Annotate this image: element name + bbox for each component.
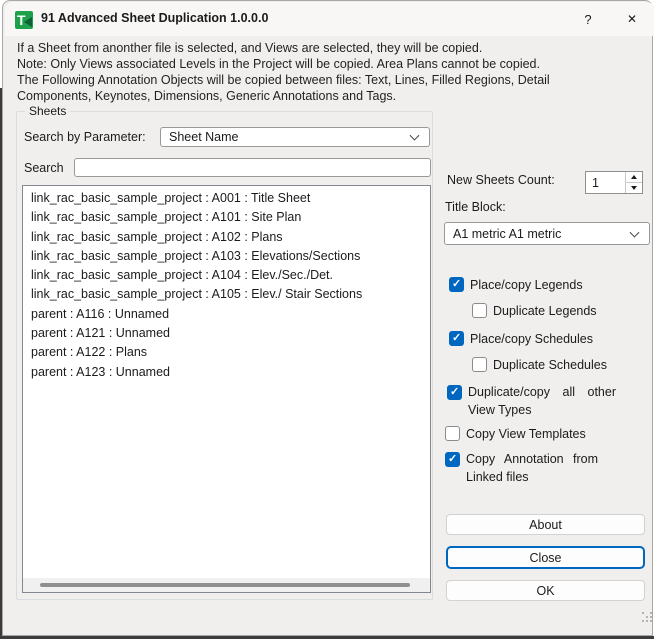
checkbox-label: Copy Annotation from Linked files <box>466 452 598 484</box>
triangle-down-icon <box>631 185 637 190</box>
horizontal-scrollbar[interactable] <box>23 578 430 592</box>
new-sheets-count-stepper[interactable]: 1 <box>585 171 643 194</box>
sheet-listbox[interactable]: link_rac_basic_sample_project : A001 : T… <box>22 185 431 593</box>
search-label: Search <box>24 161 64 175</box>
checkbox-box[interactable] <box>449 331 464 346</box>
list-item[interactable]: link_rac_basic_sample_project : A105 : E… <box>23 285 430 304</box>
list-item[interactable]: link_rac_basic_sample_project : A101 : S… <box>23 208 430 227</box>
title-block-label: Title Block: <box>445 200 506 214</box>
title-block-combobox-value: A1 metric A1 metric <box>453 226 562 241</box>
list-item[interactable]: parent : A116 : Unnamed <box>23 305 430 324</box>
intro-line-2: Note: Only Views associated Levels in th… <box>17 57 540 71</box>
checkbox-box[interactable] <box>445 452 460 467</box>
scrollbar-thumb[interactable] <box>40 583 410 587</box>
list-item[interactable]: link_rac_basic_sample_project : A104 : E… <box>23 266 430 285</box>
checkbox-box[interactable] <box>472 303 487 318</box>
title-block-combobox[interactable]: A1 metric A1 metric <box>444 222 650 245</box>
new-sheets-count-value: 1 <box>592 175 599 190</box>
triangle-up-icon <box>631 174 637 179</box>
spinner-down-button[interactable] <box>626 183 642 194</box>
list-item[interactable]: link_rac_basic_sample_project : A103 : E… <box>23 247 430 266</box>
intro-text: If a Sheet from anonther file is selecte… <box>17 40 550 104</box>
window-title: 91 Advanced Sheet Duplication 1.0.0.0 <box>41 11 269 25</box>
spinner-up-button[interactable] <box>626 172 642 183</box>
list-item[interactable]: link_rac_basic_sample_project : A102 : P… <box>23 228 430 247</box>
parameter-combobox-value: Sheet Name <box>169 130 239 144</box>
checkbox-label: Duplicate Legends <box>493 304 597 318</box>
checkbox-box[interactable] <box>447 385 462 400</box>
intro-line-3: The Following Annotation Objects will be… <box>17 73 550 87</box>
list-item[interactable]: parent : A123 : Unnamed <box>23 363 430 382</box>
checkbox-label: Copy View Templates <box>466 427 586 441</box>
title-bar: T 91 Advanced Sheet Duplication 1.0.0.0 … <box>5 2 654 36</box>
new-sheets-count-label: New Sheets Count: <box>447 173 555 187</box>
sheet-list: link_rac_basic_sample_project : A001 : T… <box>23 189 430 382</box>
checkbox-label: Duplicate Schedules <box>493 358 607 372</box>
chevron-down-icon <box>409 130 420 141</box>
list-item[interactable]: parent : A121 : Unnamed <box>23 324 430 343</box>
search-input[interactable] <box>74 158 431 177</box>
close-button[interactable]: Close <box>446 546 645 569</box>
list-item[interactable]: parent : A122 : Plans <box>23 343 430 362</box>
intro-line-1: If a Sheet from anonther file is selecte… <box>17 41 483 55</box>
intro-line-4: Components, Keynotes, Dimensions, Generi… <box>17 89 397 103</box>
checkbox-box[interactable] <box>445 426 460 441</box>
sheets-group-label: Sheets <box>25 104 71 118</box>
chevron-down-icon <box>629 227 640 238</box>
resize-grip[interactable] <box>642 612 644 614</box>
parameter-combobox[interactable]: Sheet Name <box>160 127 430 147</box>
checkbox-box[interactable] <box>472 357 487 372</box>
app-icon-triangle <box>24 17 32 27</box>
ok-button[interactable]: OK <box>446 580 645 601</box>
app-icon: T <box>15 11 33 29</box>
list-item[interactable]: link_rac_basic_sample_project : A001 : T… <box>23 189 430 208</box>
checkbox-label: Place/copy Legends <box>470 278 583 292</box>
help-button[interactable]: ? <box>571 4 605 34</box>
checkbox-label: Duplicate/copy all other View Types <box>468 385 616 417</box>
screenshot-stage: T 91 Advanced Sheet Duplication 1.0.0.0 … <box>0 0 654 639</box>
checkbox-label: Place/copy Schedules <box>470 332 593 346</box>
about-button[interactable]: About <box>446 514 645 535</box>
search-by-parameter-label: Search by Parameter: <box>24 130 146 144</box>
close-window-button[interactable]: ✕ <box>615 4 649 34</box>
checkbox-box[interactable] <box>449 277 464 292</box>
